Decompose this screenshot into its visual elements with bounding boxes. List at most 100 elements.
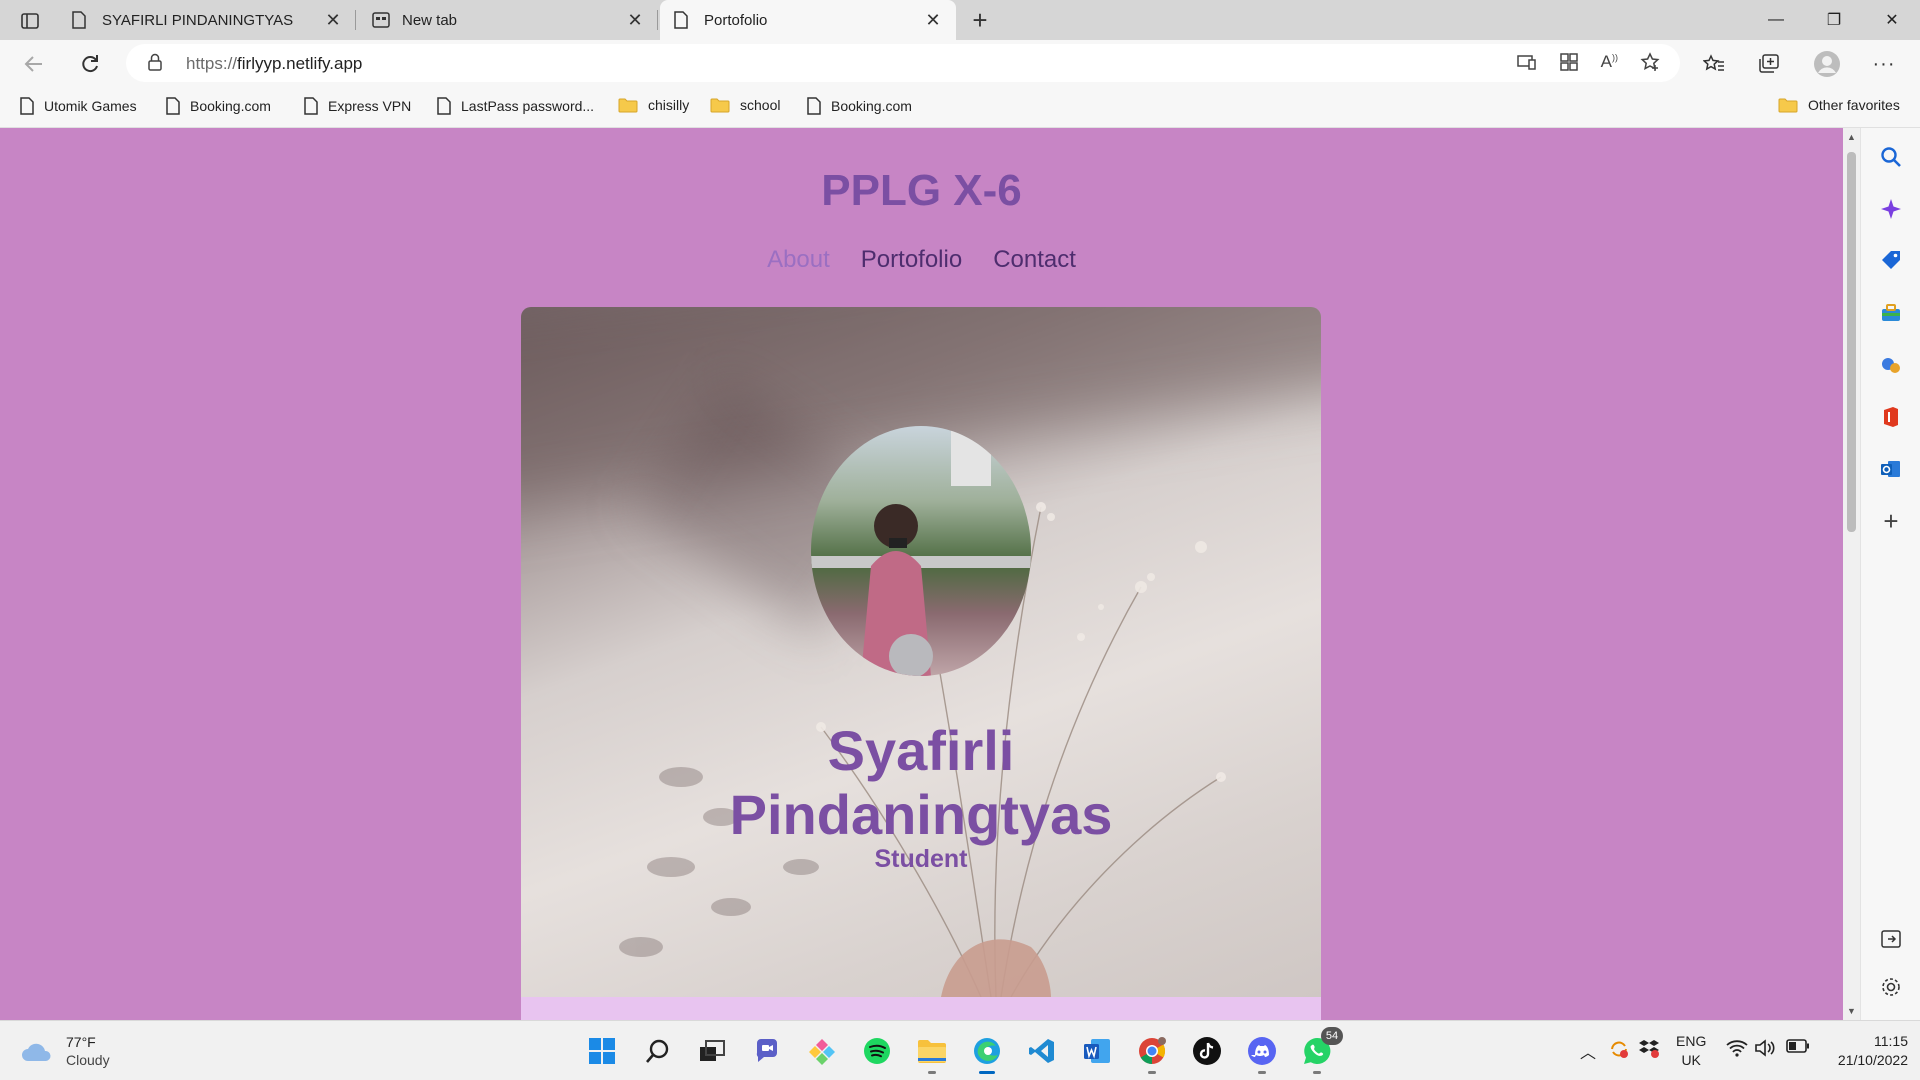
scroll-up-icon[interactable]: ▲ xyxy=(1847,132,1856,142)
chrome-button[interactable] xyxy=(1132,1031,1172,1074)
apps-icon[interactable] xyxy=(1559,52,1579,77)
favorite-utomik-games[interactable]: Utomik Games xyxy=(20,97,137,115)
device-icon[interactable] xyxy=(1516,52,1537,77)
nav-contact-link[interactable]: Contact xyxy=(993,246,1076,274)
tab-portofolio[interactable]: Portofolio ✕ xyxy=(660,0,956,40)
settings-more-button[interactable]: ··· xyxy=(1868,48,1900,80)
clock-time: 11:15 xyxy=(1874,1033,1908,1049)
volume-button[interactable] xyxy=(1754,1039,1776,1057)
file-explorer-button[interactable] xyxy=(912,1031,952,1074)
sidebar-outlook-button[interactable] xyxy=(1876,454,1906,484)
nav-portofolio-link[interactable]: Portofolio xyxy=(861,246,962,274)
taskbar-search-button[interactable] xyxy=(637,1031,677,1071)
clock[interactable]: 11:15 21/10/2022 xyxy=(1828,1032,1908,1070)
tab-title: SYAFIRLI PINDANINGTYAS xyxy=(102,11,294,29)
close-tab-icon[interactable]: ✕ xyxy=(924,10,942,31)
tab-title: Portofolio xyxy=(704,11,768,29)
restore-button[interactable]: ❐ xyxy=(1806,0,1862,40)
sidebar-add-button[interactable]: + xyxy=(1876,506,1906,536)
folder-icon xyxy=(618,97,638,113)
windows-taskbar: 77°F Cloudy 54 ︿ ENG UK 11:15 21/10/2022 xyxy=(0,1020,1920,1080)
sidebar-search-button[interactable] xyxy=(1876,142,1906,172)
taskbar-app-button[interactable] xyxy=(802,1031,842,1071)
vscode-button[interactable] xyxy=(1022,1031,1062,1071)
weather-widget[interactable]: 77°F Cloudy xyxy=(20,1033,110,1069)
language-indicator[interactable]: ENG UK xyxy=(1676,1032,1706,1070)
page-viewport: PPLG X-6 About Portofolio Contact Syafir… xyxy=(0,128,1843,1020)
favorite-booking[interactable]: Booking.com xyxy=(166,97,271,115)
favorite-folder-chisilly[interactable]: chisilly xyxy=(618,97,689,113)
volume-icon xyxy=(1755,1039,1775,1057)
site-title: PPLG X-6 xyxy=(821,166,1022,215)
close-window-button[interactable]: ✕ xyxy=(1864,0,1920,40)
url-host: firlyyp.netlify.app xyxy=(237,54,363,73)
page-icon xyxy=(674,11,692,29)
running-indicator xyxy=(979,1071,995,1074)
spotify-button[interactable] xyxy=(857,1031,897,1071)
discord-button[interactable] xyxy=(1242,1031,1282,1074)
favorite-lastpass[interactable]: LastPass password... xyxy=(437,97,594,115)
favorite-label: Express VPN xyxy=(328,98,412,114)
nav-about-link[interactable]: About xyxy=(767,246,830,274)
teams-chat-button[interactable] xyxy=(747,1031,787,1071)
edge-button[interactable] xyxy=(967,1031,1007,1074)
favorites-button[interactable] xyxy=(1698,48,1730,80)
minimize-button[interactable]: — xyxy=(1748,0,1804,40)
edge-sidebar: + xyxy=(1860,128,1920,1020)
wifi-button[interactable] xyxy=(1726,1039,1748,1057)
task-view-button[interactable] xyxy=(692,1031,732,1071)
vscode-icon xyxy=(1029,1039,1054,1063)
sidebar-office-button[interactable] xyxy=(1876,402,1906,432)
sidebar-hide-button[interactable] xyxy=(1876,924,1906,954)
address-bar[interactable]: https://firlyyp.netlify.app A)) xyxy=(126,44,1680,82)
favorite-express-vpn[interactable]: Express VPN xyxy=(304,97,411,115)
url-text[interactable]: https://firlyyp.netlify.app xyxy=(186,54,362,74)
word-button[interactable] xyxy=(1077,1031,1117,1071)
plus-icon: + xyxy=(972,4,988,35)
whatsapp-button[interactable]: 54 xyxy=(1297,1027,1343,1074)
tiktok-button[interactable] xyxy=(1187,1031,1227,1071)
sidebar-tools-button[interactable] xyxy=(1876,298,1906,328)
app-icon xyxy=(809,1039,835,1065)
page-icon xyxy=(166,97,180,115)
add-favorite-star-icon[interactable] xyxy=(1640,52,1660,77)
favorite-label: Booking.com xyxy=(190,98,271,114)
tab-new-tab[interactable]: New tab ✕ xyxy=(358,0,658,40)
hero-name: Syafirli Pindaningtyas xyxy=(521,719,1321,847)
site-nav: About Portofolio Contact xyxy=(0,246,1843,274)
lock-icon[interactable] xyxy=(148,53,162,76)
folder-icon xyxy=(710,97,730,113)
page-scrollbar[interactable]: ▲ ▼ xyxy=(1843,128,1860,1020)
show-hidden-icons-button[interactable]: ︿ xyxy=(1580,1039,1596,1063)
collections-button[interactable] xyxy=(1753,48,1785,80)
favorite-label: Other favorites xyxy=(1808,97,1900,113)
close-tab-icon[interactable]: ✕ xyxy=(626,10,644,31)
favorite-folder-school[interactable]: school xyxy=(710,97,780,113)
scroll-down-icon[interactable]: ▼ xyxy=(1847,1006,1856,1016)
battery-button[interactable] xyxy=(1786,1039,1810,1053)
sidebar-discover-button[interactable] xyxy=(1876,194,1906,224)
refresh-button[interactable] xyxy=(74,48,106,80)
back-button[interactable] xyxy=(18,48,50,80)
sidebar-games-button[interactable] xyxy=(1876,350,1906,380)
other-favorites-folder[interactable]: Other favorites xyxy=(1778,97,1900,113)
file-explorer-icon xyxy=(918,1040,946,1063)
scroll-thumb[interactable] xyxy=(1847,152,1856,532)
favorite-label: Booking.com xyxy=(831,98,912,114)
tab-actions-button[interactable] xyxy=(12,8,48,34)
hero-role: Student xyxy=(874,845,968,873)
new-tab-button[interactable]: + xyxy=(964,4,996,36)
profile-button[interactable] xyxy=(1811,48,1843,80)
tray-sync-button[interactable] xyxy=(1608,1039,1630,1059)
sidebar-settings-button[interactable] xyxy=(1876,972,1906,1002)
hero-name-last: Pindaningtyas xyxy=(729,783,1113,846)
read-aloud-icon[interactable]: A)) xyxy=(1601,52,1618,77)
sidebar-shopping-button[interactable] xyxy=(1876,246,1906,276)
tray-dropbox-button[interactable] xyxy=(1638,1039,1660,1059)
tab-syafirli[interactable]: SYAFIRLI PINDANINGTYAS ✕ xyxy=(58,0,356,40)
newtab-icon xyxy=(372,11,390,29)
close-tab-icon[interactable]: ✕ xyxy=(324,10,342,31)
favorite-booking-2[interactable]: Booking.com xyxy=(807,97,912,115)
cloud-icon xyxy=(22,1043,51,1061)
start-button[interactable] xyxy=(582,1031,622,1071)
